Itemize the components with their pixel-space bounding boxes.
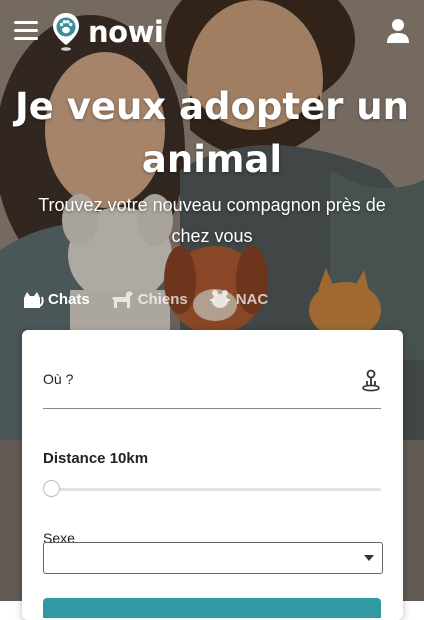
hamburger-menu-icon[interactable] (14, 21, 38, 41)
tab-label: NAC (235, 290, 269, 308)
top-app-bar: nowi (0, 0, 424, 64)
chevron-down-icon (364, 555, 374, 561)
dog-icon (111, 291, 133, 308)
tab-chats[interactable]: Chats (22, 289, 90, 309)
geolocate-icon[interactable] (361, 368, 381, 392)
search-card: Où ? Distance 10km Sexe (22, 330, 403, 620)
paw-pin-icon (53, 13, 79, 51)
page-subtitle: Trouvez votre nouveau compagnon près de … (38, 195, 386, 246)
slider-thumb[interactable] (43, 480, 60, 497)
sex-select[interactable] (43, 542, 383, 574)
location-input[interactable] (43, 364, 381, 409)
distance-label: Distance 10km (43, 450, 149, 467)
distance-slider[interactable] (43, 480, 381, 498)
tab-label: Chiens (137, 290, 188, 308)
brand-name: nowi (88, 15, 164, 49)
user-icon[interactable] (386, 18, 410, 44)
search-submit-button[interactable] (43, 598, 381, 618)
brand-logo[interactable]: nowi (52, 10, 164, 54)
small-pet-icon (209, 290, 230, 308)
tab-nac[interactable]: NAC (208, 289, 269, 309)
page-title: Je veux adopter un animal (15, 85, 409, 181)
slider-track (49, 488, 381, 491)
cat-icon (24, 292, 44, 308)
tab-chiens[interactable]: Chiens (110, 289, 188, 309)
species-tabs: Chats Chiens NAC (22, 286, 288, 312)
tab-label: Chats (48, 290, 90, 308)
